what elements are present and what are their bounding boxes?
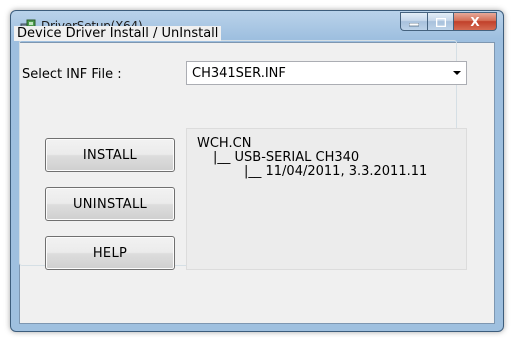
inf-file-label: Select INF File : [22,67,122,82]
info-vendor-line: WCH.CN [197,136,252,151]
groupbox-title: Device Driver Install / UnInstall [14,26,222,41]
inf-file-value: CH341SER.INF [192,66,286,81]
install-button[interactable]: INSTALL [45,138,175,172]
minimize-button[interactable] [400,12,427,31]
uninstall-button[interactable]: UNINSTALL [45,187,175,221]
maximize-button[interactable] [427,12,453,31]
install-button-label: INSTALL [82,147,138,163]
inf-file-select[interactable]: CH341SER.INF [186,61,467,85]
uninstall-button-label: UNINSTALL [72,196,148,212]
info-version-line: |__ 11/04/2011, 3.3.2011.11 [244,164,428,179]
close-button[interactable]: X [453,12,497,31]
driver-info-panel: WCH.CN |__ USB-SERIAL CH340 |__ 11/04/20… [186,128,467,270]
help-button-label: HELP [92,245,128,261]
help-button[interactable]: HELP [45,236,175,270]
close-icon: X [470,14,480,29]
maximize-icon [435,12,446,31]
caption-buttons: X [400,12,497,32]
info-device-line: |__ USB-SERIAL CH340 [213,150,360,165]
minimize-icon [408,12,420,31]
chevron-down-icon[interactable] [453,71,461,75]
